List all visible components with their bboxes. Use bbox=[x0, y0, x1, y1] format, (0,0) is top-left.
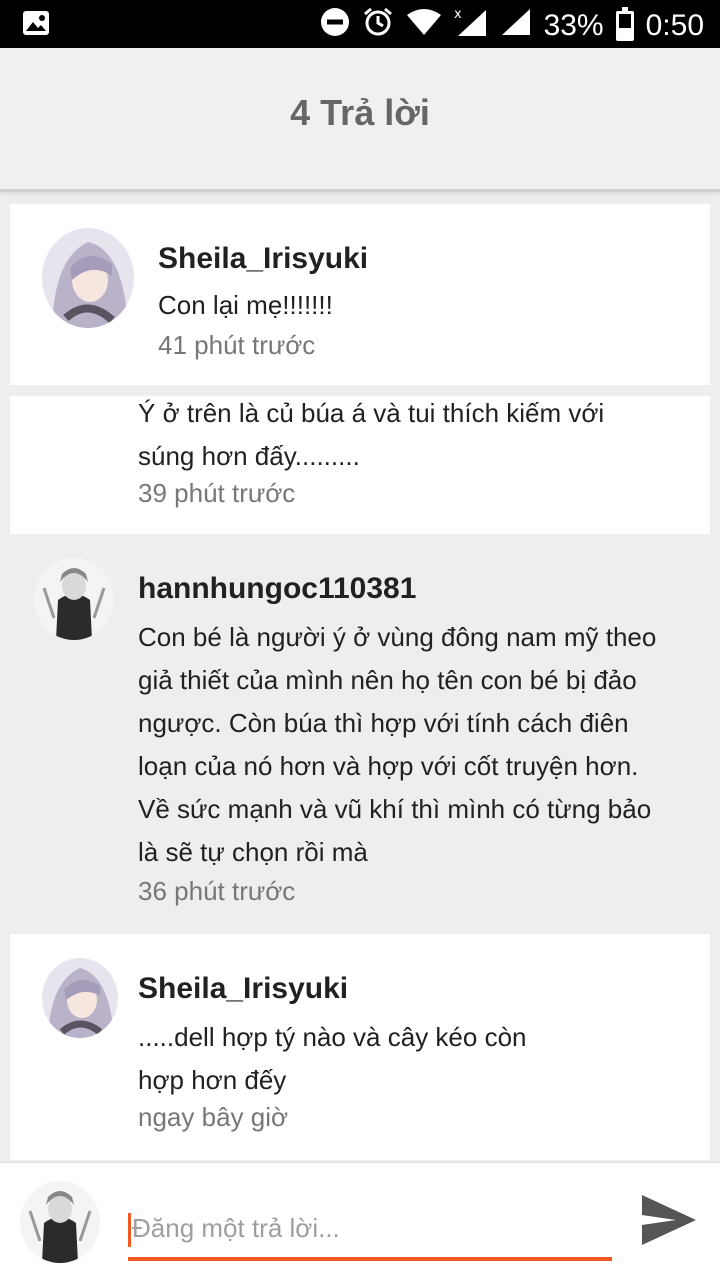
comment-message: .....dell hợp tý nào và cây kéo còn hợp … bbox=[138, 1016, 527, 1102]
comment-time: 39 phút trước bbox=[138, 478, 296, 508]
no-signal-icon: x bbox=[454, 6, 488, 46]
message-line: .....dell hợp tý nào và cây kéo còn bbox=[138, 1022, 527, 1052]
send-button[interactable] bbox=[640, 1191, 698, 1249]
avatar[interactable] bbox=[34, 558, 114, 640]
send-icon bbox=[642, 1195, 696, 1245]
comment-card[interactable]: Sheila_Irisyuki .....dell hợp tý nào và … bbox=[10, 934, 710, 1160]
comment-card[interactable]: hannhungoc110381 Con bé là người ý ở vùn… bbox=[10, 540, 710, 930]
message-line: Về sức mạnh và vũ khí thì mình có từng b… bbox=[138, 794, 652, 824]
message-line: Ý ở trên là củ búa á và tui thích kiếm v… bbox=[138, 398, 605, 428]
do-not-disturb-icon bbox=[320, 7, 350, 45]
message-line: giả thiết của mình nên họ tên con bé bị … bbox=[138, 665, 637, 695]
comment-time: 41 phút trước bbox=[158, 330, 316, 360]
comment-card[interactable]: Sheila_Irisyuki Con lại mẹ!!!!!!! 41 phú… bbox=[10, 204, 710, 385]
reply-input[interactable] bbox=[128, 1199, 612, 1257]
signal-icon bbox=[500, 7, 532, 45]
avatar[interactable] bbox=[42, 958, 118, 1038]
message-line: súng hơn đấy......... bbox=[138, 441, 360, 471]
comment-username[interactable]: Sheila_Irisyuki bbox=[138, 972, 348, 1006]
status-bar: x 33% 0:50 bbox=[0, 0, 720, 48]
battery-percent: 33% bbox=[543, 9, 604, 42]
comment-username[interactable]: Sheila_Irisyuki bbox=[158, 242, 368, 276]
current-user-avatar[interactable] bbox=[20, 1181, 100, 1263]
comment-time: 36 phút trước bbox=[138, 876, 296, 906]
message-line: Con bé là người ý ở vùng đông nam mỹ the… bbox=[138, 622, 657, 652]
clock: 0:50 bbox=[645, 9, 704, 42]
gallery-notification-icon bbox=[22, 10, 50, 41]
message-line: ngược. Còn búa thì hợp với tính cách điê… bbox=[138, 708, 629, 738]
comment-username[interactable]: hannhungoc110381 bbox=[138, 572, 416, 606]
battery-icon bbox=[615, 7, 634, 41]
comment-card[interactable]: Ý ở trên là củ búa á và tui thích kiếm v… bbox=[10, 396, 710, 534]
comment-message: Con bé là người ý ở vùng đông nam mỹ the… bbox=[138, 616, 656, 874]
header: 4 Trả lời bbox=[0, 48, 720, 192]
comment-time: ngay bây giờ bbox=[138, 1102, 289, 1132]
wifi-icon bbox=[406, 7, 442, 45]
comment-message: Ý ở trên là củ búa á và tui thích kiếm v… bbox=[138, 392, 604, 478]
svg-text:x: x bbox=[454, 7, 462, 22]
message-line: là sẽ tự chọn rồi mà bbox=[138, 837, 368, 867]
page-title: 4 Trả lời bbox=[290, 92, 430, 133]
avatar[interactable] bbox=[42, 228, 134, 328]
message-line: loạn của nó hơn và hợp với cốt truyện hơ… bbox=[138, 751, 639, 781]
message-line: hợp hơn đếy bbox=[138, 1065, 287, 1095]
comment-message: Con lại mẹ!!!!!!! bbox=[158, 290, 333, 320]
reply-bar bbox=[0, 1162, 720, 1280]
alarm-icon bbox=[362, 6, 394, 46]
text-cursor bbox=[128, 1213, 131, 1247]
reply-input-wrapper bbox=[128, 1199, 612, 1261]
